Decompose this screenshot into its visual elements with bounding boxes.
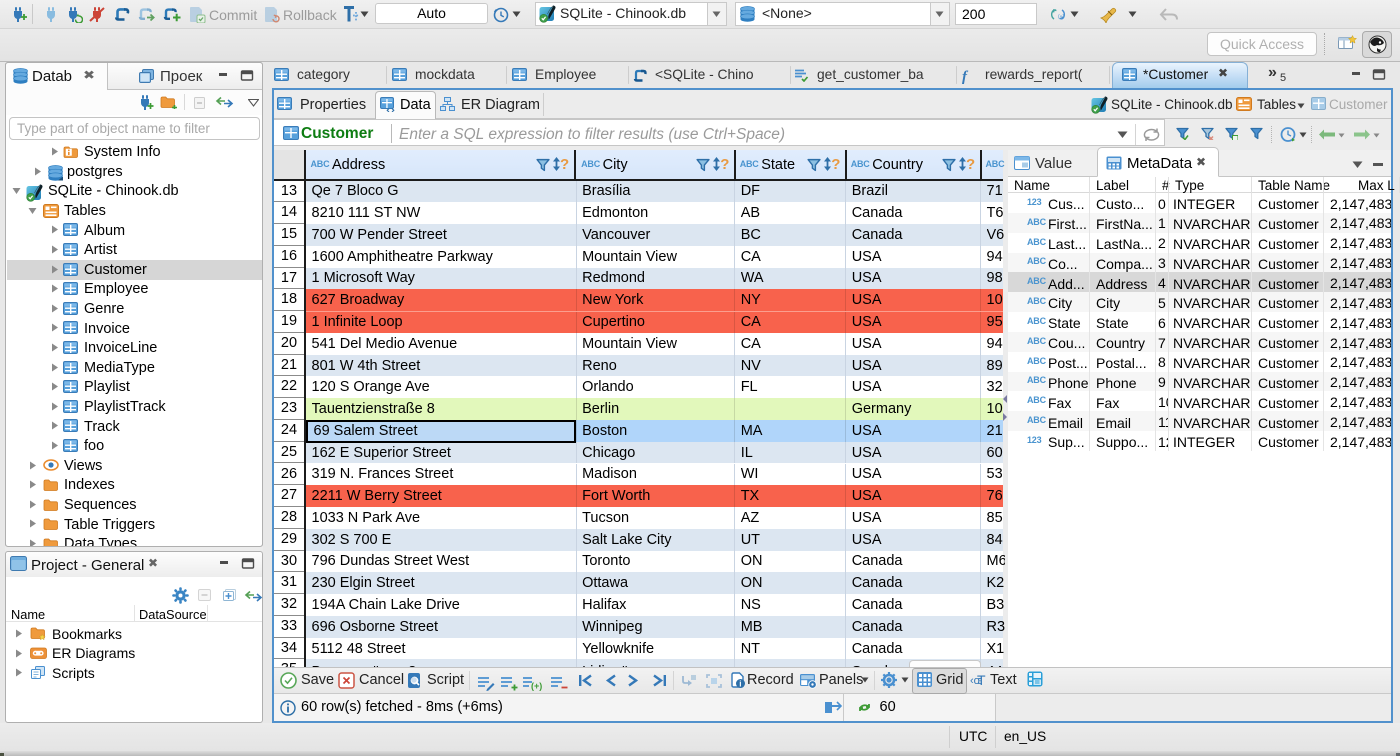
svg-text:(+): (+)	[531, 681, 542, 691]
svg-text:T: T	[977, 672, 986, 687]
svg-text:i: i	[739, 680, 741, 689]
svg-text:(»): (»)	[1058, 14, 1064, 20]
